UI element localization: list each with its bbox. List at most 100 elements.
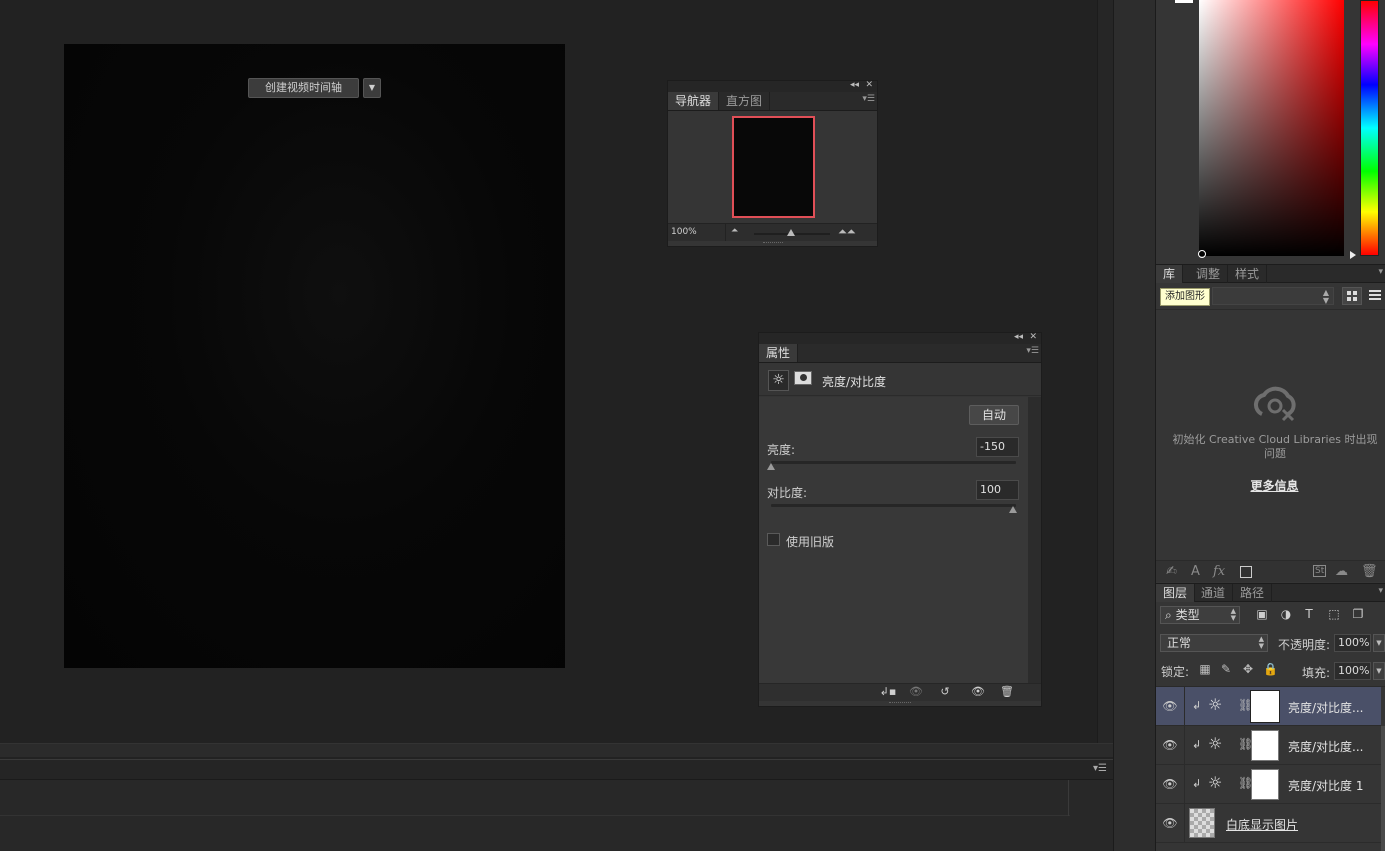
layer-name[interactable]: 亮度/对比度 1 xyxy=(1288,777,1364,794)
brightness-slider-thumb[interactable] xyxy=(767,463,775,470)
creative-cloud-icon[interactable]: ☁ xyxy=(1335,564,1348,579)
layer-row[interactable]: 👁 ↲ ☼ ⛓ 亮度/对比度 1 xyxy=(1156,765,1381,804)
blend-mode-select[interactable]: 正常 ▲ ▼ xyxy=(1160,634,1268,652)
use-legacy-label[interactable]: 使用旧版 xyxy=(786,533,834,550)
visibility-eye-icon[interactable]: 👁 xyxy=(1160,699,1180,713)
panel-titlebar[interactable]: ◂◂ ✕ xyxy=(759,332,1041,344)
visibility-eye-icon[interactable]: 👁 xyxy=(1160,816,1180,830)
hue-slider-arrow[interactable] xyxy=(1350,251,1356,259)
library-select[interactable]: ▲ ▼ xyxy=(1212,287,1334,305)
fill-input[interactable]: 100% xyxy=(1334,662,1371,680)
stock-icon[interactable]: St xyxy=(1313,565,1327,577)
tab-styles[interactable]: 样式 xyxy=(1228,265,1268,283)
layer-row[interactable]: 👁 白底显示图片 xyxy=(1156,804,1381,843)
filter-adjustment-icon[interactable]: ◑ xyxy=(1279,607,1293,621)
layer-name[interactable]: 亮度/对比度... xyxy=(1288,699,1364,716)
panel-menu-icon[interactable]: ▾☰ xyxy=(1026,346,1039,356)
add-text-icon[interactable]: A xyxy=(1191,564,1200,579)
opacity-dropdown[interactable]: ▼ xyxy=(1373,634,1385,652)
list-view-icon[interactable] xyxy=(1366,287,1385,305)
workspace-horizontal-scrollbar[interactable] xyxy=(0,743,1113,757)
grid-view-icon[interactable] xyxy=(1342,287,1362,305)
tab-layers[interactable]: 图层 xyxy=(1156,584,1196,602)
brightness-adjustment-icon[interactable]: ☼ xyxy=(768,370,789,391)
brightness-slider-track[interactable] xyxy=(771,461,1016,464)
layer-mask-thumbnail[interactable] xyxy=(1250,690,1280,723)
resize-grip[interactable] xyxy=(889,702,911,705)
layer-mask-thumbnail[interactable] xyxy=(1251,769,1279,800)
trash-icon[interactable]: 🗑 xyxy=(1361,564,1378,579)
layer-name[interactable]: 亮度/对比度... xyxy=(1288,738,1364,755)
panel-titlebar[interactable]: ◂◂ ✕ xyxy=(668,80,877,92)
brightness-adjustment-icon[interactable]: ☼ xyxy=(1208,697,1222,713)
panel-menu-icon[interactable]: ▾☰ xyxy=(862,94,875,104)
fill-dropdown[interactable]: ▼ xyxy=(1373,662,1385,680)
lock-image-pixels-icon[interactable]: ✎ xyxy=(1219,662,1233,676)
zoom-out-icon[interactable]: ⏶ xyxy=(731,226,738,236)
layer-mask-thumbnail[interactable] xyxy=(1251,730,1279,761)
panel-menu-icon[interactable]: ▾ xyxy=(1378,267,1383,277)
filter-smart-object-icon[interactable]: ❐ xyxy=(1351,607,1365,621)
contrast-input[interactable]: 100 xyxy=(976,480,1019,500)
tab-library[interactable]: 库 xyxy=(1156,265,1184,283)
color-picker-marker[interactable] xyxy=(1198,250,1206,258)
layer-name[interactable]: 白底显示图片 xyxy=(1226,816,1298,833)
trash-icon[interactable]: 🗑 xyxy=(997,684,1017,700)
close-icon[interactable]: ✕ xyxy=(865,80,873,90)
workspace-vertical-scrollbar[interactable] xyxy=(1097,0,1113,745)
visibility-eye-icon[interactable]: 👁 xyxy=(1160,738,1180,752)
panel-menu-icon[interactable]: ▾☰ xyxy=(1093,763,1107,774)
brightness-adjustment-icon[interactable]: ☼ xyxy=(1208,775,1222,791)
add-color-icon[interactable] xyxy=(1240,566,1252,578)
contrast-slider-track[interactable] xyxy=(771,504,1016,507)
lock-position-icon[interactable]: ✥ xyxy=(1241,662,1255,676)
close-icon[interactable]: ✕ xyxy=(1029,332,1037,342)
tab-properties[interactable]: 属性 xyxy=(759,344,799,362)
double-chevron-left-icon[interactable]: ◂◂ xyxy=(1014,332,1023,342)
tab-histogram[interactable]: 直方图 xyxy=(719,92,771,110)
layer-row[interactable]: 👁 ↲ ☼ ⛓ 亮度/对比度... xyxy=(1156,726,1381,765)
hue-slider[interactable] xyxy=(1360,0,1379,256)
visibility-eye-icon[interactable]: 👁 xyxy=(968,684,988,700)
tab-adjustments[interactable]: 调整 xyxy=(1189,265,1229,283)
clip-to-layer-icon[interactable]: ↲▪ xyxy=(878,684,898,700)
zoom-level[interactable]: 100% xyxy=(671,227,697,237)
tab-paths[interactable]: 路径 xyxy=(1233,584,1273,602)
foreground-swatch[interactable] xyxy=(1175,0,1193,3)
visibility-eye-icon[interactable]: 👁 xyxy=(1160,777,1180,791)
filter-pixel-icon[interactable]: ▣ xyxy=(1255,607,1269,621)
reset-icon[interactable]: ↺ xyxy=(935,684,955,700)
create-video-timeline-button[interactable]: 创建视频时间轴 xyxy=(248,78,359,98)
panel-menu-icon[interactable]: ▾ xyxy=(1378,586,1383,596)
color-saturation-field[interactable] xyxy=(1199,0,1344,256)
opacity-input[interactable]: 100% xyxy=(1334,634,1371,652)
lock-transparent-pixels-icon[interactable]: ▦ xyxy=(1198,662,1212,676)
brightness-adjustment-icon[interactable]: ☼ xyxy=(1208,736,1222,752)
double-chevron-left-icon[interactable]: ◂◂ xyxy=(850,80,859,90)
zoom-slider-thumb[interactable] xyxy=(787,229,795,236)
document-canvas[interactable] xyxy=(64,44,565,668)
layers-scrollbar[interactable] xyxy=(1381,726,1385,851)
view-previous-state-icon[interactable]: 👁 xyxy=(906,684,926,700)
layer-filter-select[interactable]: ⌕ 类型 ▲ ▼ xyxy=(1160,606,1240,624)
contrast-slider-thumb[interactable] xyxy=(1009,506,1017,513)
filter-shape-icon[interactable]: ⬚ xyxy=(1327,607,1341,621)
mask-icon[interactable] xyxy=(794,371,812,385)
brightness-input[interactable]: -150 xyxy=(976,437,1019,457)
layer-thumbnail[interactable] xyxy=(1189,808,1215,838)
filter-type-icon[interactable]: T xyxy=(1302,607,1316,621)
zoom-in-icon[interactable]: ⏶⏶ xyxy=(838,225,856,239)
add-character-style-icon[interactable]: ✍ xyxy=(1166,564,1177,579)
resize-grip[interactable] xyxy=(763,242,783,245)
properties-scrollbar[interactable] xyxy=(1028,397,1041,683)
add-layer-style-icon[interactable]: fx xyxy=(1213,564,1225,579)
auto-button[interactable]: 自动 xyxy=(969,405,1019,425)
more-info-link[interactable]: 更多信息 xyxy=(1160,477,1385,494)
timeline-mode-dropdown[interactable]: ▼ xyxy=(363,78,381,98)
lock-all-icon[interactable]: 🔒 xyxy=(1263,662,1278,676)
navigator-view-frame[interactable] xyxy=(732,116,815,218)
tab-navigator[interactable]: 导航器 xyxy=(668,92,720,110)
tab-channels[interactable]: 通道 xyxy=(1194,584,1234,602)
use-legacy-checkbox[interactable] xyxy=(767,533,780,546)
layer-row[interactable]: 👁 ↲ ☼ ⛓ 亮度/对比度... xyxy=(1156,687,1381,726)
